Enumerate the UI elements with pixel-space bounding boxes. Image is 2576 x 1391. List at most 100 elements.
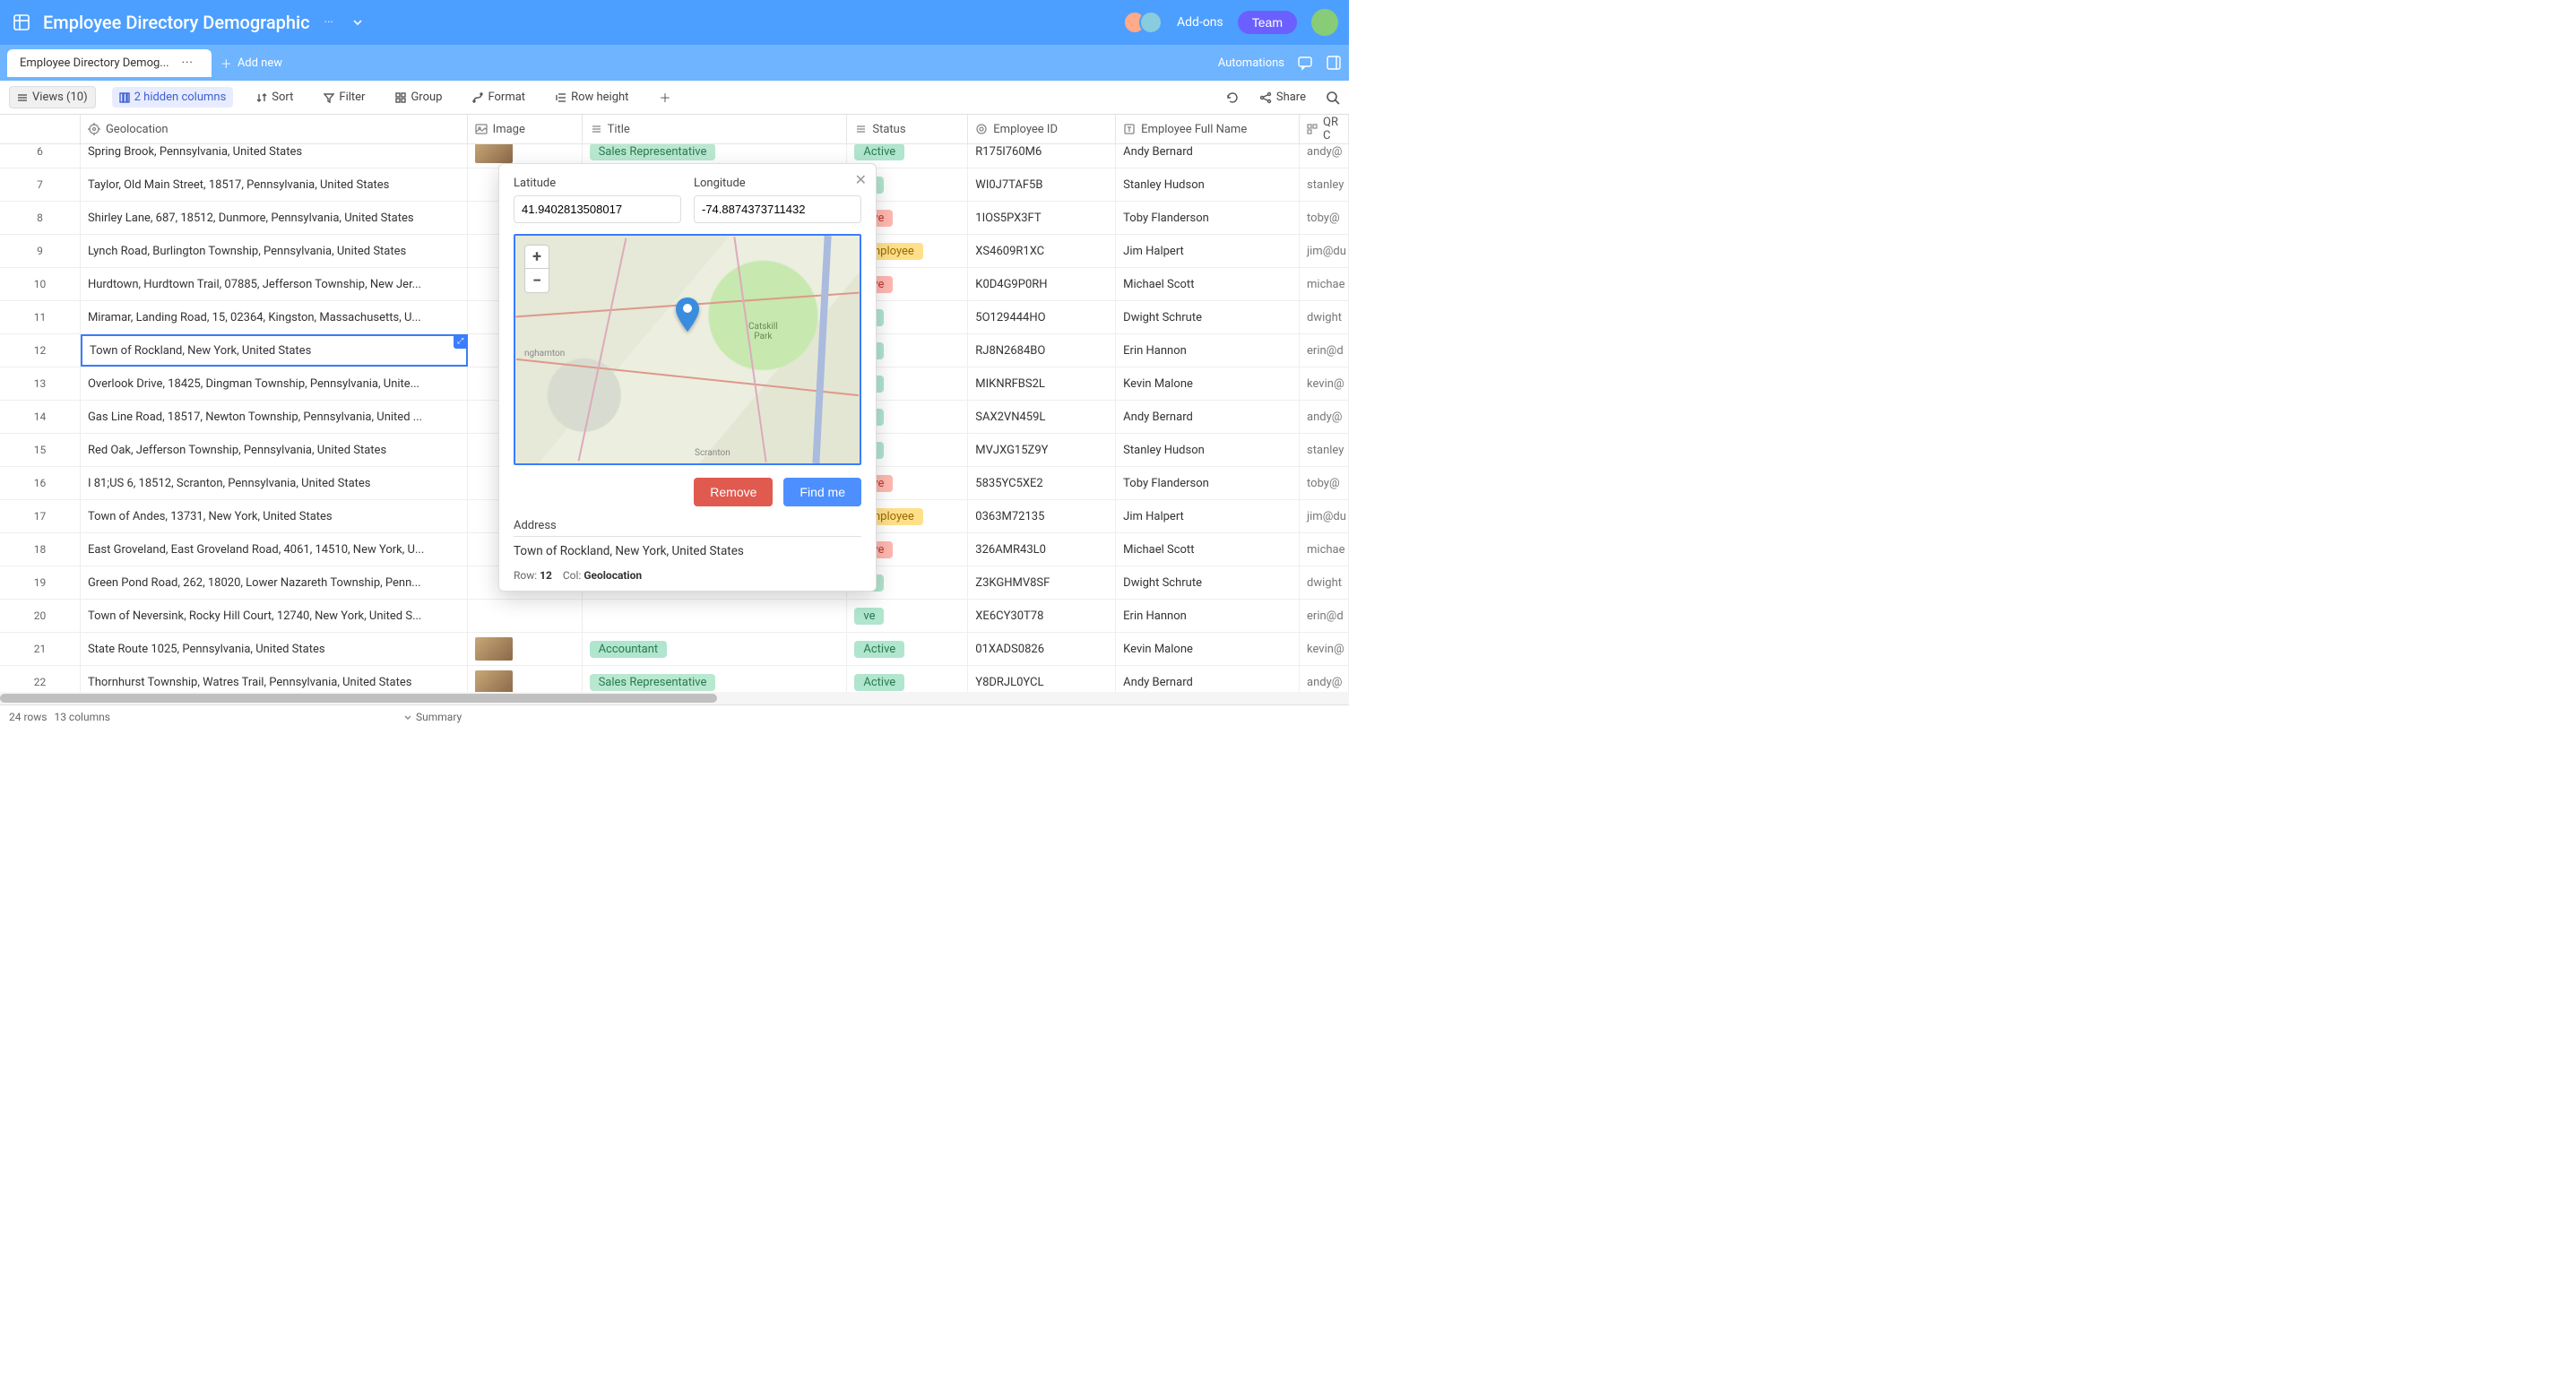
cell-geolocation[interactable]: Town of Rockland, New York, United State… (81, 334, 468, 367)
column-header-qr[interactable]: QR C (1300, 115, 1349, 143)
cell-geolocation[interactable]: Shirley Lane, 687, 18512, Dunmore, Penns… (81, 202, 468, 234)
cell-full-name[interactable]: Dwight Schrute (1116, 566, 1300, 599)
zoom-in-button[interactable]: + (525, 246, 549, 269)
cell-employee-id[interactable]: K0D4G9P0RH (968, 268, 1116, 300)
more-icon[interactable]: ··· (321, 13, 337, 33)
filter-button[interactable]: Filter (316, 87, 372, 108)
column-header-image[interactable]: Image (468, 115, 583, 143)
cell-qr[interactable]: jim@du (1300, 235, 1349, 267)
tab-more-icon[interactable]: ··· (177, 56, 199, 70)
cell-qr[interactable]: andy@ (1300, 401, 1349, 433)
cell-full-name[interactable]: Jim Halpert (1116, 235, 1300, 267)
cell-full-name[interactable]: Erin Hannon (1116, 600, 1300, 632)
cell-qr[interactable]: michae (1300, 268, 1349, 300)
cell-image[interactable] (468, 600, 583, 632)
cell-employee-id[interactable]: 0363M72135 (968, 500, 1116, 532)
sort-button[interactable]: Sort (249, 87, 300, 108)
share-button[interactable]: Share (1252, 87, 1313, 108)
cell-qr[interactable]: stanley (1300, 168, 1349, 201)
remove-button[interactable]: Remove (694, 478, 773, 506)
cell-qr[interactable]: dwight (1300, 566, 1349, 599)
collaborator-avatars[interactable] (1123, 11, 1163, 34)
column-header-geolocation[interactable]: Geolocation (81, 115, 468, 143)
cell-employee-id[interactable]: RJ8N2684BO (968, 334, 1116, 367)
cell-geolocation[interactable]: East Groveland, East Groveland Road, 406… (81, 533, 468, 566)
tab-employee-directory[interactable]: Employee Directory Demog... ··· (7, 49, 212, 77)
team-button[interactable]: Team (1238, 11, 1297, 34)
column-header-employee-id[interactable]: Employee ID (968, 115, 1116, 143)
cell-qr[interactable]: toby@ (1300, 467, 1349, 499)
row-height-button[interactable]: Row height (549, 87, 635, 108)
cell-geolocation[interactable]: State Route 1025, Pennsylvania, United S… (81, 633, 468, 665)
cell-title[interactable]: Accountant (583, 633, 848, 665)
cell-employee-id[interactable]: 326AMR43L0 (968, 533, 1116, 566)
table-row[interactable]: 21State Route 1025, Pennsylvania, United… (0, 633, 1349, 666)
cell-geolocation[interactable]: Red Oak, Jefferson Township, Pennsylvani… (81, 434, 468, 466)
table-row[interactable]: 20Town of Neversink, Rocky Hill Court, 1… (0, 600, 1349, 633)
cell-geolocation[interactable]: Miramar, Landing Road, 15, 02364, Kingst… (81, 301, 468, 333)
cell-full-name[interactable]: Michael Scott (1116, 268, 1300, 300)
cell-full-name[interactable]: Stanley Hudson (1116, 168, 1300, 201)
cell-qr[interactable]: michae (1300, 533, 1349, 566)
addons-link[interactable]: Add-ons (1177, 15, 1223, 30)
cell-geolocation[interactable]: I 81;US 6, 18512, Scranton, Pennsylvania… (81, 467, 468, 499)
cell-title[interactable] (583, 600, 848, 632)
cell-status[interactable]: ve (847, 600, 968, 632)
cell-full-name[interactable]: Andy Bernard (1116, 401, 1300, 433)
cell-employee-id[interactable]: 01XADS0826 (968, 633, 1116, 665)
cell-geolocation[interactable]: Gas Line Road, 18517, Newton Township, P… (81, 401, 468, 433)
cell-qr[interactable]: jim@du (1300, 500, 1349, 532)
cell-employee-id[interactable]: 1IOS5PX3FT (968, 202, 1116, 234)
column-header-status[interactable]: Status (847, 115, 968, 143)
automations-link[interactable]: Automations (1218, 56, 1284, 70)
cell-employee-id[interactable]: Z3KGHMV8SF (968, 566, 1116, 599)
cell-image[interactable] (468, 633, 583, 665)
cell-geolocation[interactable]: Town of Andes, 13731, New York, United S… (81, 500, 468, 532)
cell-full-name[interactable]: Erin Hannon (1116, 334, 1300, 367)
cell-qr[interactable]: kevin@ (1300, 633, 1349, 665)
cell-qr[interactable]: erin@d (1300, 600, 1349, 632)
cell-full-name[interactable]: Kevin Malone (1116, 633, 1300, 665)
cell-employee-id[interactable]: 5835YC5XE2 (968, 467, 1116, 499)
horizontal-scrollbar[interactable] (0, 692, 1349, 704)
cell-employee-id[interactable]: 5O129444HO (968, 301, 1116, 333)
find-me-button[interactable]: Find me (783, 478, 861, 506)
latitude-input[interactable] (514, 195, 681, 223)
cell-geolocation[interactable]: Taylor, Old Main Street, 18517, Pennsylv… (81, 168, 468, 201)
undo-icon[interactable] (1225, 91, 1240, 105)
longitude-input[interactable] (694, 195, 861, 223)
cell-geolocation[interactable]: Green Pond Road, 262, 18020, Lower Nazar… (81, 566, 468, 599)
chevron-down-icon[interactable] (348, 13, 367, 32)
cell-geolocation[interactable]: Hurdtown, Hurdtown Trail, 07885, Jeffers… (81, 268, 468, 300)
close-icon[interactable]: ✕ (855, 171, 867, 188)
cell-employee-id[interactable]: XS4609R1XC (968, 235, 1116, 267)
cell-full-name[interactable]: Toby Flanderson (1116, 202, 1300, 234)
comments-icon[interactable] (1297, 55, 1313, 71)
cell-employee-id[interactable]: MVJXG15Z9Y (968, 434, 1116, 466)
cell-full-name[interactable]: Toby Flanderson (1116, 467, 1300, 499)
cell-full-name[interactable]: Jim Halpert (1116, 500, 1300, 532)
views-button[interactable]: Views (10) (9, 86, 96, 108)
column-header-title[interactable]: Title (583, 115, 848, 143)
cell-employee-id[interactable]: XE6CY30T78 (968, 600, 1116, 632)
cell-qr[interactable]: toby@ (1300, 202, 1349, 234)
group-button[interactable]: Group (388, 87, 449, 108)
cell-qr[interactable]: kevin@ (1300, 367, 1349, 400)
user-avatar[interactable] (1311, 9, 1338, 36)
cell-qr[interactable]: stanley (1300, 434, 1349, 466)
scroll-thumb[interactable] (0, 694, 717, 703)
map-preview[interactable]: Catskill Park nghamton Scranton + − (514, 234, 861, 465)
cell-full-name[interactable]: Kevin Malone (1116, 367, 1300, 400)
format-button[interactable]: Format (465, 87, 532, 108)
add-new-tab[interactable]: ＋ Add new (220, 55, 282, 72)
cell-employee-id[interactable]: WI0J7TAF5B (968, 168, 1116, 201)
cell-full-name[interactable]: Dwight Schrute (1116, 301, 1300, 333)
column-header-full-name[interactable]: Employee Full Name (1116, 115, 1300, 143)
search-icon[interactable] (1326, 91, 1340, 105)
hidden-columns-button[interactable]: 2 hidden columns (112, 87, 234, 108)
cell-qr[interactable]: erin@d (1300, 334, 1349, 367)
summary-dropdown[interactable]: Summary (403, 711, 462, 723)
cell-full-name[interactable]: Stanley Hudson (1116, 434, 1300, 466)
expand-icon[interactable]: ⤢ (454, 334, 468, 349)
cell-employee-id[interactable]: MIKNRFBS2L (968, 367, 1116, 400)
